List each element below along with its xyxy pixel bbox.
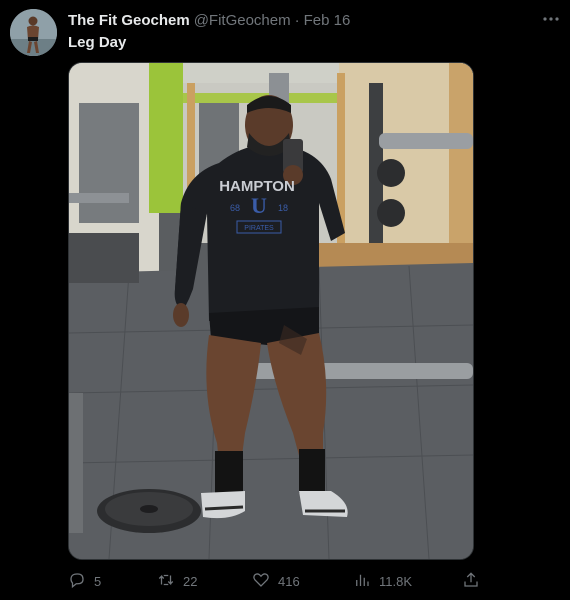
- reply-icon: [68, 571, 86, 592]
- like-count: 416: [278, 573, 300, 589]
- author-handle[interactable]: @FitGeochem: [194, 12, 291, 29]
- reply-button[interactable]: 5: [68, 570, 101, 592]
- reply-count: 5: [94, 573, 102, 589]
- tweet-header: The Fit Geochem @FitGeochem · Feb 16: [68, 12, 350, 30]
- share-button[interactable]: [462, 570, 480, 592]
- retweet-count: 22: [183, 573, 198, 589]
- retweet-icon: [157, 571, 175, 592]
- hoodie-badge: PIRATES: [244, 225, 274, 232]
- heart-icon: [252, 571, 270, 592]
- tweet-date[interactable]: Feb 16: [304, 12, 351, 29]
- avatar[interactable]: [10, 9, 57, 56]
- retweet-button[interactable]: 22: [157, 570, 197, 592]
- views-count: 11.8K: [379, 573, 413, 589]
- hoodie-year-right: 18: [278, 203, 288, 213]
- author-name[interactable]: The Fit Geochem: [68, 12, 190, 29]
- views-button[interactable]: 11.8K: [353, 570, 412, 592]
- like-button[interactable]: 416: [252, 570, 300, 592]
- more-horizontal-icon[interactable]: [541, 10, 561, 28]
- separator-dot: ·: [294, 12, 300, 29]
- views-chart-icon: [353, 571, 371, 592]
- tweet-text: Leg Day: [68, 34, 127, 51]
- share-icon: [462, 571, 480, 592]
- tweet-photo[interactable]: HAMPTON U 68 18 PIRATES: [68, 62, 474, 560]
- hoodie-year-left: 68: [230, 203, 240, 213]
- hoodie-letter: U: [251, 193, 267, 218]
- tweet-actions: 5 22 416 11.8K: [68, 570, 488, 592]
